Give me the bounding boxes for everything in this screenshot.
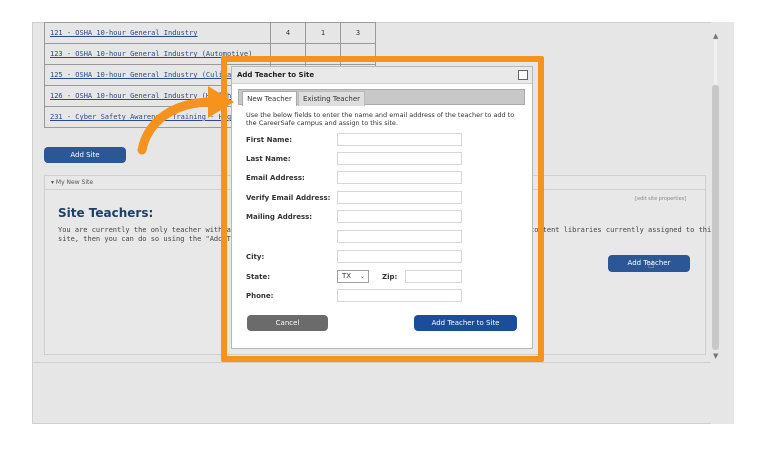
phone-label: Phone: (246, 292, 274, 300)
mailing-address-line1-field[interactable] (337, 210, 462, 223)
cancel-button[interactable]: Cancel (247, 315, 328, 331)
close-icon[interactable] (518, 70, 528, 80)
site-teachers-title: Site Teachers: (58, 206, 154, 220)
last-name-label: Last Name: (246, 155, 291, 163)
email-field[interactable] (337, 171, 462, 184)
tab-new-teacher[interactable]: New Teacher (242, 91, 297, 106)
add-teacher-to-site-button[interactable]: Add Teacher to Site (414, 315, 517, 331)
dialog-intro-text: Use the below fields to enter the name a… (246, 111, 515, 127)
table-row: 121 - OSHA 10-hour General Industry 4 1 3 (44, 22, 376, 44)
scrollbar-thumb[interactable] (712, 85, 719, 350)
course-count-cell: 3 (339, 22, 376, 44)
city-field[interactable] (337, 250, 462, 263)
orange-arrow-icon (137, 86, 234, 155)
phone-field[interactable] (337, 289, 462, 302)
add-teacher-dialog: Add Teacher to Site New Teacher Existing… (231, 66, 533, 349)
add-site-button[interactable]: Add Site (44, 147, 126, 163)
tab-existing-teacher[interactable]: Existing Teacher (298, 91, 365, 106)
mailing-address-line2-field[interactable] (337, 230, 462, 243)
pointer-cursor-icon: ☝ (648, 260, 655, 271)
chevron-down-icon: ⌄ (359, 273, 365, 280)
state-select[interactable]: TX ⌄ (337, 270, 369, 283)
dialog-tabs: New Teacher Existing Teacher (238, 89, 525, 106)
last-name-field[interactable] (337, 152, 462, 165)
state-select-value: TX (342, 272, 352, 280)
course-count-cell: 1 (304, 22, 341, 44)
dialog-titlebar: Add Teacher to Site (232, 67, 532, 84)
scroll-up-icon[interactable]: ▲ (713, 33, 718, 40)
course-count-cell: 4 (269, 22, 306, 44)
mailing-address-label: Mailing Address: (246, 213, 313, 221)
email-label: Email Address: (246, 174, 305, 182)
course-link[interactable]: 121 - OSHA 10-hour General Industry (50, 29, 265, 37)
verify-email-label: Verify Email Address: (246, 194, 331, 202)
zip-field[interactable] (405, 270, 462, 283)
city-label: City: (246, 253, 265, 261)
zip-label: Zip: (382, 273, 398, 281)
site-description-right: content libraries currently assigned to … (530, 226, 716, 234)
first-name-field[interactable] (337, 133, 462, 146)
first-name-label: First Name: (246, 136, 293, 144)
divider (32, 362, 711, 363)
course-name-cell: 121 - OSHA 10-hour General Industry (44, 22, 271, 44)
dialog-title: Add Teacher to Site (237, 71, 315, 79)
edit-site-properties-link[interactable]: [edit site properties] (635, 196, 686, 202)
verify-email-field[interactable] (337, 191, 462, 204)
state-label: State: (246, 273, 271, 281)
scroll-down-icon[interactable]: ▼ (713, 353, 718, 360)
